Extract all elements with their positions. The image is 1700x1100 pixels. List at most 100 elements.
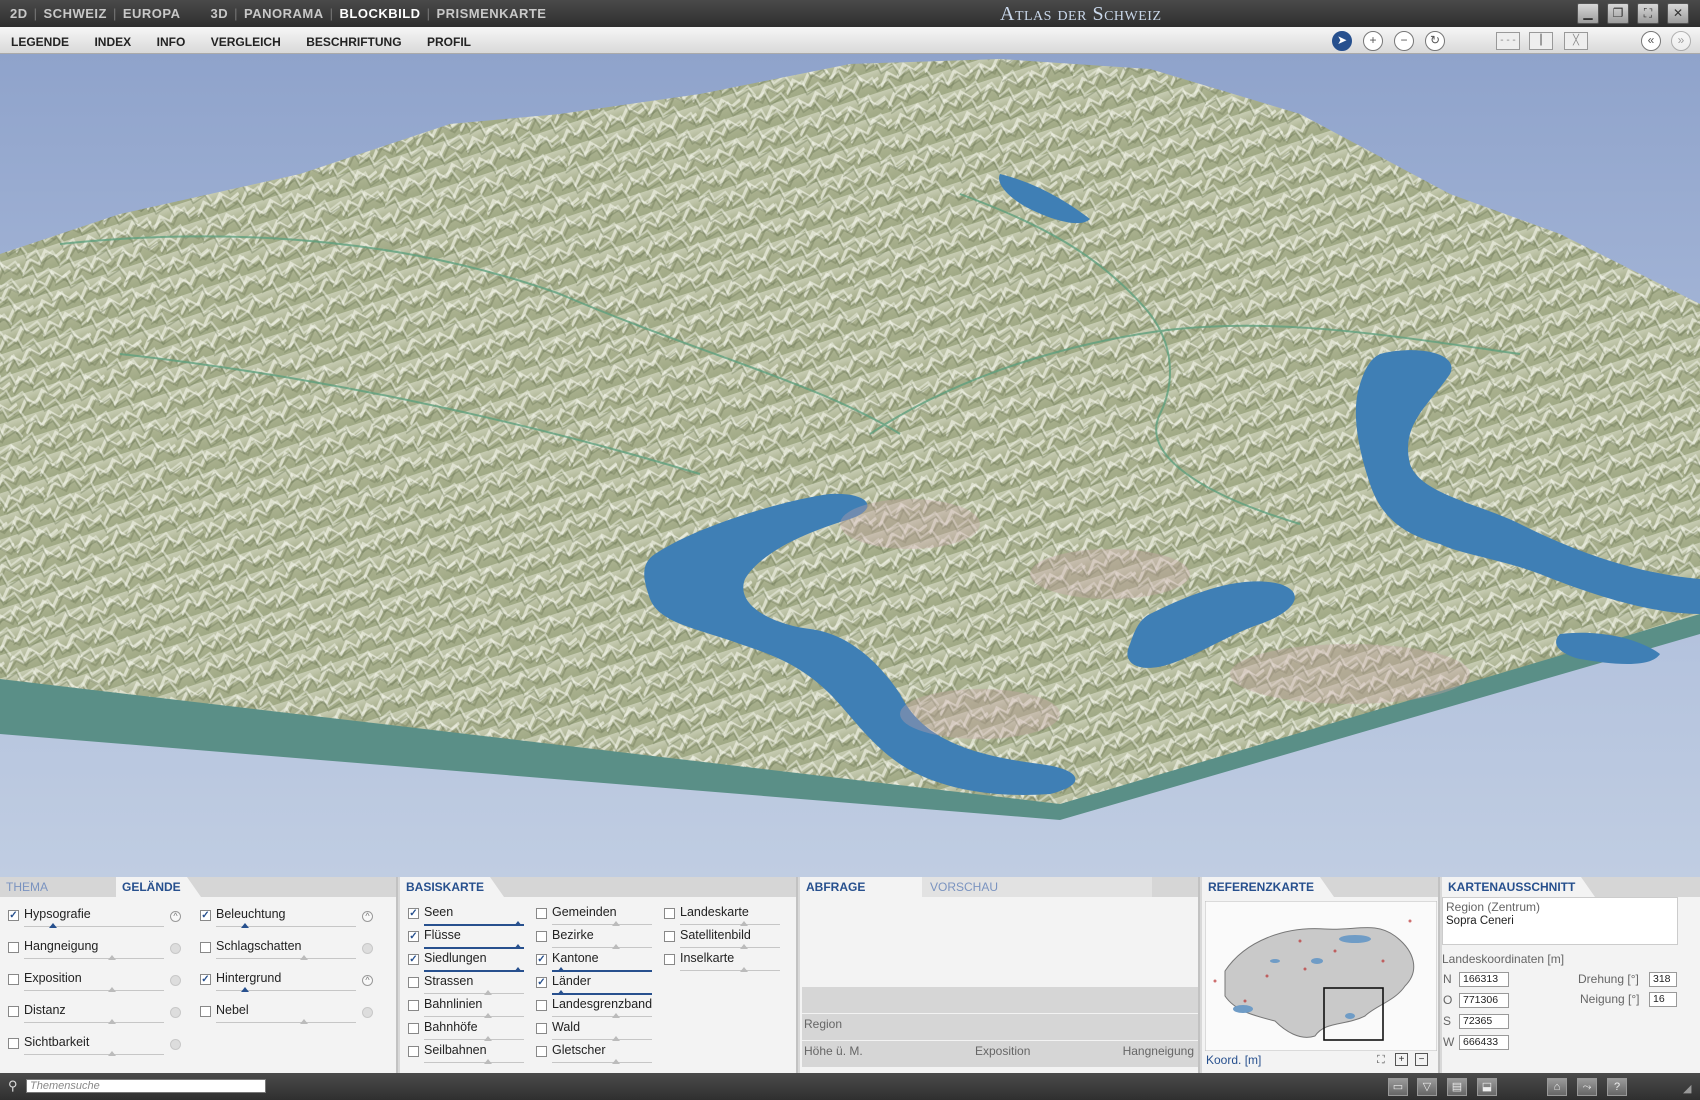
- collapse-left-button[interactable]: «: [1641, 31, 1661, 51]
- slider-handle-icon[interactable]: [300, 1019, 308, 1024]
- drehung-input[interactable]: 318: [1649, 972, 1677, 987]
- themensuche-input[interactable]: Themensuche: [26, 1079, 266, 1093]
- layer-item[interactable]: Nebel: [200, 1003, 380, 1025]
- menu-legende[interactable]: LEGENDE: [11, 35, 69, 49]
- checkbox-icon[interactable]: [8, 1006, 19, 1017]
- tab-vorschau[interactable]: VORSCHAU: [922, 877, 1152, 897]
- layer-item[interactable]: Schlagschatten: [200, 939, 380, 961]
- opacity-slider-track[interactable]: [552, 947, 652, 948]
- layout-cross-button[interactable]: ╳: [1564, 32, 1588, 50]
- resize-grip-icon[interactable]: ◢: [1683, 1082, 1691, 1095]
- slider-handle-icon[interactable]: [740, 921, 748, 926]
- checkbox-icon[interactable]: [536, 1000, 547, 1011]
- zoom-out-button[interactable]: −: [1394, 31, 1414, 51]
- expand-options-icon[interactable]: [170, 975, 181, 986]
- checkbox-icon[interactable]: [8, 974, 19, 985]
- layer-item[interactable]: ✓ Länder: [536, 974, 676, 996]
- opacity-slider-track[interactable]: [552, 993, 652, 995]
- layer-item[interactable]: Bahnhöfe: [408, 1020, 548, 1042]
- opacity-slider-track[interactable]: [552, 1016, 652, 1017]
- slider-handle-icon[interactable]: [108, 987, 116, 992]
- opacity-slider-track[interactable]: [216, 1022, 356, 1023]
- slider-handle-icon[interactable]: [108, 955, 116, 960]
- slider-handle-icon[interactable]: [241, 987, 250, 992]
- fullscreen-button[interactable]: ⛶: [1637, 3, 1659, 24]
- block-diagram-map[interactable]: [0, 54, 1700, 877]
- zoom-plus-icon[interactable]: +: [1395, 1053, 1408, 1066]
- layer-item[interactable]: ✓ Siedlungen: [408, 951, 548, 973]
- tab-thema[interactable]: THEMA: [0, 877, 54, 897]
- checkbox-checked-icon[interactable]: ✓: [200, 974, 211, 985]
- s-input[interactable]: 72365: [1459, 1014, 1509, 1029]
- opacity-slider-track[interactable]: [680, 970, 780, 971]
- checkbox-icon[interactable]: [664, 954, 675, 965]
- checkbox-checked-icon[interactable]: ✓: [408, 908, 419, 919]
- layer-item[interactable]: Wald: [536, 1020, 676, 1042]
- layer-item[interactable]: Sichtbarkeit: [8, 1035, 188, 1057]
- w-input[interactable]: 666433: [1459, 1035, 1509, 1050]
- checkbox-icon[interactable]: [8, 1038, 19, 1049]
- slider-handle-icon[interactable]: [484, 1059, 492, 1064]
- opacity-slider-track[interactable]: [552, 1062, 652, 1063]
- menu-info[interactable]: INFO: [157, 35, 186, 49]
- link-button[interactable]: ⤳: [1577, 1078, 1597, 1096]
- checkbox-checked-icon[interactable]: ✓: [536, 954, 547, 965]
- opacity-slider-track[interactable]: [424, 1039, 524, 1040]
- mode-2d[interactable]: 2D: [10, 6, 28, 21]
- n-input[interactable]: 166313: [1459, 972, 1509, 987]
- slider-handle-icon[interactable]: [557, 990, 565, 995]
- opacity-slider-track[interactable]: [24, 1054, 164, 1055]
- reference-map[interactable]: [1205, 901, 1437, 1051]
- checkbox-icon[interactable]: [664, 908, 675, 919]
- opacity-slider-track[interactable]: [424, 1062, 524, 1063]
- opacity-slider-track[interactable]: [552, 970, 652, 972]
- opacity-slider-track[interactable]: [424, 1016, 524, 1017]
- export-button[interactable]: ⬓: [1477, 1078, 1497, 1096]
- checkbox-icon[interactable]: [536, 1023, 547, 1034]
- layout-split-button[interactable]: ┃: [1529, 32, 1553, 50]
- slider-handle-icon[interactable]: [108, 1051, 116, 1056]
- slider-handle-icon[interactable]: [740, 967, 748, 972]
- rotate-button[interactable]: ↻: [1425, 31, 1445, 51]
- opacity-slider-track[interactable]: [680, 947, 780, 948]
- layer-item[interactable]: Hangneigung: [8, 939, 188, 961]
- layer-item[interactable]: Distanz: [8, 1003, 188, 1025]
- checkbox-icon[interactable]: [408, 1046, 419, 1057]
- slider-handle-icon[interactable]: [49, 923, 58, 928]
- slider-handle-icon[interactable]: [612, 1059, 620, 1064]
- opacity-slider-track[interactable]: [216, 926, 356, 927]
- checkbox-icon[interactable]: [8, 942, 19, 953]
- expand-options-icon[interactable]: [170, 1039, 181, 1050]
- checkbox-icon[interactable]: [536, 931, 547, 942]
- neigung-input[interactable]: 16: [1649, 992, 1677, 1007]
- layer-item[interactable]: ✓ Kantone: [536, 951, 676, 973]
- expand-options-icon[interactable]: ^: [362, 911, 373, 922]
- layer-item[interactable]: Gemeinden: [536, 905, 676, 927]
- layer-item[interactable]: ✓ Hypsografie ^: [8, 907, 188, 929]
- slider-handle-icon[interactable]: [612, 1036, 620, 1041]
- expand-options-icon[interactable]: [170, 1007, 181, 1018]
- slider-handle-icon[interactable]: [557, 967, 565, 972]
- opacity-slider-track[interactable]: [424, 970, 524, 972]
- layer-item[interactable]: ✓ Hintergrund ^: [200, 971, 380, 993]
- print-button[interactable]: ▤: [1447, 1078, 1467, 1096]
- opacity-slider-track[interactable]: [552, 1039, 652, 1040]
- opacity-slider-track[interactable]: [424, 947, 524, 949]
- layer-item[interactable]: Landeskarte: [664, 905, 804, 927]
- slider-handle-icon[interactable]: [514, 944, 522, 949]
- checkbox-icon[interactable]: [664, 931, 675, 942]
- close-button[interactable]: ✕: [1667, 3, 1689, 24]
- checkbox-checked-icon[interactable]: ✓: [8, 910, 19, 921]
- minimize-button[interactable]: ▁: [1577, 3, 1599, 24]
- home-button[interactable]: ⌂: [1547, 1078, 1567, 1096]
- expand-options-icon[interactable]: [362, 1007, 373, 1018]
- layer-item[interactable]: ✓ Seen: [408, 905, 548, 927]
- tab-referenzkarte[interactable]: REFERENZKARTE: [1202, 877, 1335, 897]
- slider-handle-icon[interactable]: [612, 1013, 620, 1018]
- tab-abfrage[interactable]: ABFRAGE: [800, 877, 936, 897]
- checkbox-checked-icon[interactable]: ✓: [536, 977, 547, 988]
- layer-item[interactable]: Bezirke: [536, 928, 676, 950]
- menu-profil[interactable]: PROFIL: [427, 35, 471, 49]
- mode-panorama[interactable]: PANORAMA: [244, 6, 324, 21]
- opacity-slider-track[interactable]: [424, 924, 524, 926]
